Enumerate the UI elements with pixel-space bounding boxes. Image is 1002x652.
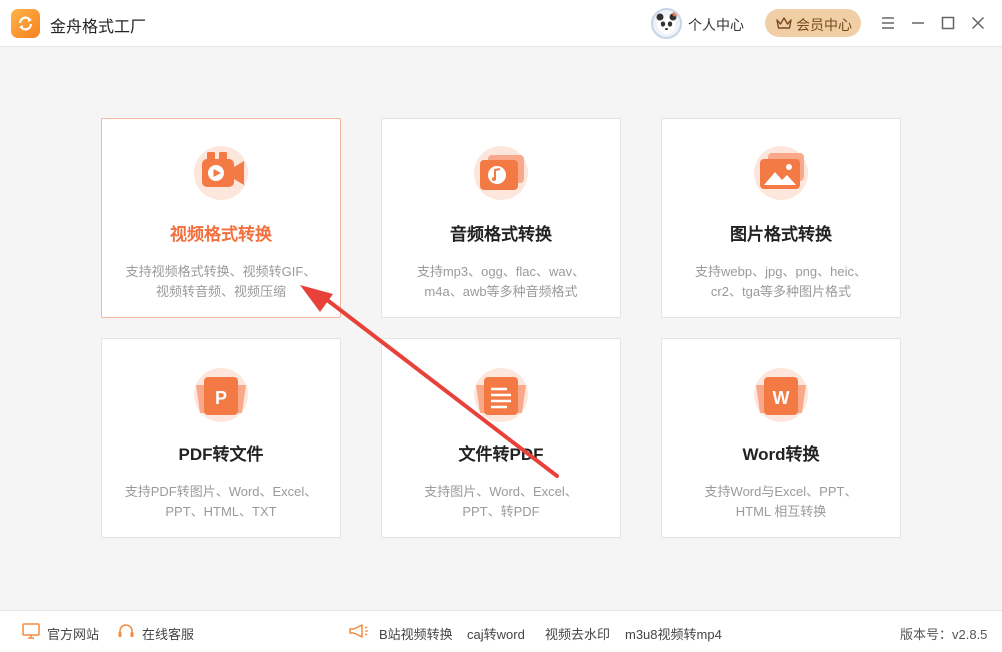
card-video-convert[interactable]: 视频格式转换 支持视频格式转换、视频转GIF、 视频转音频、视频压缩 — [101, 118, 341, 318]
footer-link-m3u8-mp4[interactable]: m3u8视频转mp4 — [625, 624, 722, 643]
card-description: 支持PDF转图片、Word、Excel、 PPT、HTML、TXT — [114, 482, 328, 522]
card-description: 支持图片、Word、Excel、 PPT、转PDF — [394, 482, 608, 522]
card-description: 支持Word与Excel、PPT、 HTML 相互转换 — [674, 482, 888, 522]
card-description-line: 支持Word与Excel、PPT、 — [704, 484, 858, 499]
official-website-link[interactable]: 官方网站 — [47, 624, 99, 643]
maximize-icon[interactable] — [937, 12, 959, 34]
version-label: 版本号：v2.8.5 — [900, 627, 988, 642]
card-title: 视频格式转换 — [170, 225, 272, 244]
online-service-link[interactable]: 在线客服 — [142, 624, 194, 643]
crown-icon — [776, 17, 792, 29]
document-icon — [474, 368, 528, 422]
app-logo-icon — [11, 9, 40, 38]
card-description-line: HTML 相互转换 — [735, 504, 827, 519]
svg-text:W: W — [773, 388, 790, 408]
card-description-line: cr2、tga等多种图片格式 — [710, 284, 852, 299]
app-title: 金舟格式工厂 — [50, 19, 147, 36]
card-description: 支持视频格式转换、视频转GIF、 视频转音频、视频压缩 — [114, 262, 328, 302]
footer-link-remove-watermark[interactable]: 视频去水印 — [545, 624, 610, 643]
card-title: PDF转文件 — [178, 445, 264, 464]
video-icon — [194, 146, 248, 200]
footer-link-bilibili[interactable]: B站视频转换 — [379, 624, 453, 643]
user-avatar-icon[interactable] — [651, 8, 682, 39]
music-note-icon — [474, 146, 528, 200]
card-pdf-to-file[interactable]: P PDF转文件 支持PDF转图片、Word、Excel、 PPT、HTML、T… — [101, 338, 341, 538]
card-description-line: 支持mp3、ogg、flac、wav、 — [416, 264, 586, 279]
menu-icon[interactable] — [877, 12, 899, 34]
card-word-convert[interactable]: W Word转换 支持Word与Excel、PPT、 HTML 相互转换 — [661, 338, 901, 538]
card-description-line: PPT、转PDF — [462, 504, 540, 519]
user-center-link[interactable]: 个人中心 — [688, 15, 744, 35]
image-icon — [754, 146, 808, 200]
card-description-line: 视频转音频、视频压缩 — [155, 284, 286, 299]
card-description-line: PPT、HTML、TXT — [165, 504, 277, 519]
monitor-icon — [22, 623, 40, 639]
pdf-p-icon: P — [194, 368, 248, 422]
card-audio-convert[interactable]: 音频格式转换 支持mp3、ogg、flac、wav、 m4a、awb等多种音频格… — [381, 118, 621, 318]
headset-icon — [118, 624, 134, 637]
card-image-convert[interactable]: 图片格式转换 支持webp、jpg、png、heic、 cr2、tga等多种图片… — [661, 118, 901, 318]
card-description-line: 支持PDF转图片、Word、Excel、 — [124, 484, 318, 499]
card-description-line: 支持webp、jpg、png、heic、 — [695, 264, 867, 279]
title-bar: 金舟格式工厂 个人中心 会员中心 — [0, 0, 1002, 47]
svg-text:P: P — [215, 388, 227, 408]
vip-center-button[interactable]: 会员中心 — [765, 9, 861, 37]
card-description: 支持webp、jpg、png、heic、 cr2、tga等多种图片格式 — [674, 262, 888, 302]
footer-bar: 官方网站 在线客服 B站视频转换 caj转word 视频去水印 m3u8视频转m… — [0, 610, 1002, 652]
card-description-line: m4a、awb等多种音频格式 — [424, 284, 578, 299]
card-description-line: 支持视频格式转换、视频转GIF、 — [125, 264, 317, 279]
card-title: Word转换 — [742, 445, 820, 464]
card-title: 图片格式转换 — [730, 225, 832, 244]
minimize-icon[interactable] — [907, 12, 929, 34]
card-description-line: 支持图片、Word、Excel、 — [424, 484, 578, 499]
vip-center-label: 会员中心 — [796, 17, 852, 33]
card-file-to-pdf[interactable]: 文件转PDF 支持图片、Word、Excel、 PPT、转PDF — [381, 338, 621, 538]
annotation-arrow — [300, 285, 559, 478]
card-description: 支持mp3、ogg、flac、wav、 m4a、awb等多种音频格式 — [394, 262, 608, 302]
footer-link-caj-word[interactable]: caj转word — [467, 624, 525, 643]
close-icon[interactable] — [967, 12, 989, 34]
card-title: 文件转PDF — [458, 445, 544, 464]
megaphone-icon — [349, 624, 368, 638]
card-title: 音频格式转换 — [450, 225, 552, 244]
word-w-icon: W — [754, 368, 808, 422]
